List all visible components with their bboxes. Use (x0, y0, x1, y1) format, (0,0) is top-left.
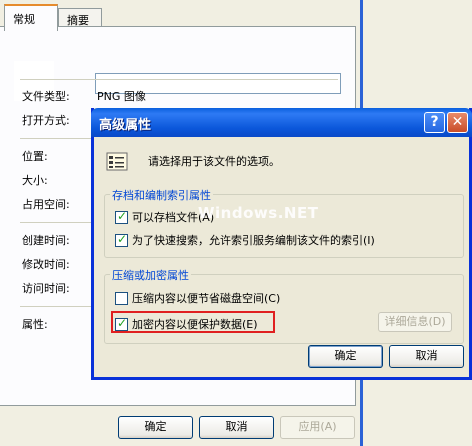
file-type-label: 文件类型: (22, 90, 70, 103)
open-with-label: 打开方式: (22, 114, 70, 127)
close-button[interactable]: ✕ (447, 112, 468, 133)
attributes-list-icon (106, 152, 130, 172)
dialog-title: 高级属性 (99, 118, 152, 133)
location-label: 位置: (22, 150, 48, 163)
checkbox-icon[interactable] (115, 291, 128, 305)
properties-ok-button[interactable]: 确定 (118, 416, 193, 439)
separator (20, 79, 338, 80)
watermark: Windows.NET (198, 204, 319, 222)
checkbox-icon[interactable]: ✓ (115, 209, 128, 224)
advanced-attributes-dialog: 高级属性 ? ✕ 请选择用于该文件的选项。 存档和编制索引属性 ✓ 可以存档文件… (91, 108, 472, 380)
compress-encrypt-group: 压缩或加密属性 压缩内容以便节省磁盘空间(C) ✓ 加密内容以便保护数据(E) … (104, 267, 464, 344)
properties-apply-button[interactable]: 应用(A) (280, 416, 355, 439)
index-checkbox[interactable]: ✓ 为了快速搜索，允许索引服务编制该文件的索引(I) (115, 232, 375, 248)
accessed-label: 访问时间: (22, 282, 70, 295)
archive-group-title: 存档和编制索引属性 (110, 187, 213, 203)
properties-cancel-button[interactable]: 取消 (199, 416, 274, 439)
details-button[interactable]: 详细信息(D) (378, 312, 452, 332)
highlight-box (111, 311, 275, 333)
size-label: 大小: (22, 174, 48, 187)
file-type-value: PNG 图像 (97, 90, 146, 103)
dialog-ok-button[interactable]: 确定 (308, 345, 383, 368)
index-checkbox-label: 为了快速搜索，允许索引服务编制该文件的索引(I) (132, 234, 375, 247)
created-label: 创建时间: (22, 234, 70, 247)
size-on-disk-label: 占用空间: (22, 198, 70, 211)
tab-general[interactable]: 常规 (4, 4, 58, 31)
help-button[interactable]: ? (424, 112, 445, 133)
modified-label: 修改时间: (22, 258, 70, 271)
compress-group-title: 压缩或加密属性 (110, 267, 191, 283)
dialog-prompt: 请选择用于该文件的选项。 (148, 155, 280, 168)
checkbox-icon[interactable]: ✓ (115, 232, 128, 247)
dialog-cancel-button[interactable]: 取消 (389, 345, 464, 368)
compress-checkbox[interactable]: 压缩内容以便节省磁盘空间(C) (115, 290, 280, 306)
dialog-titlebar[interactable]: 高级属性 ? ✕ (91, 108, 472, 137)
attributes-label: 属性: (22, 318, 48, 331)
compress-checkbox-label: 压缩内容以便节省磁盘空间(C) (132, 292, 281, 305)
